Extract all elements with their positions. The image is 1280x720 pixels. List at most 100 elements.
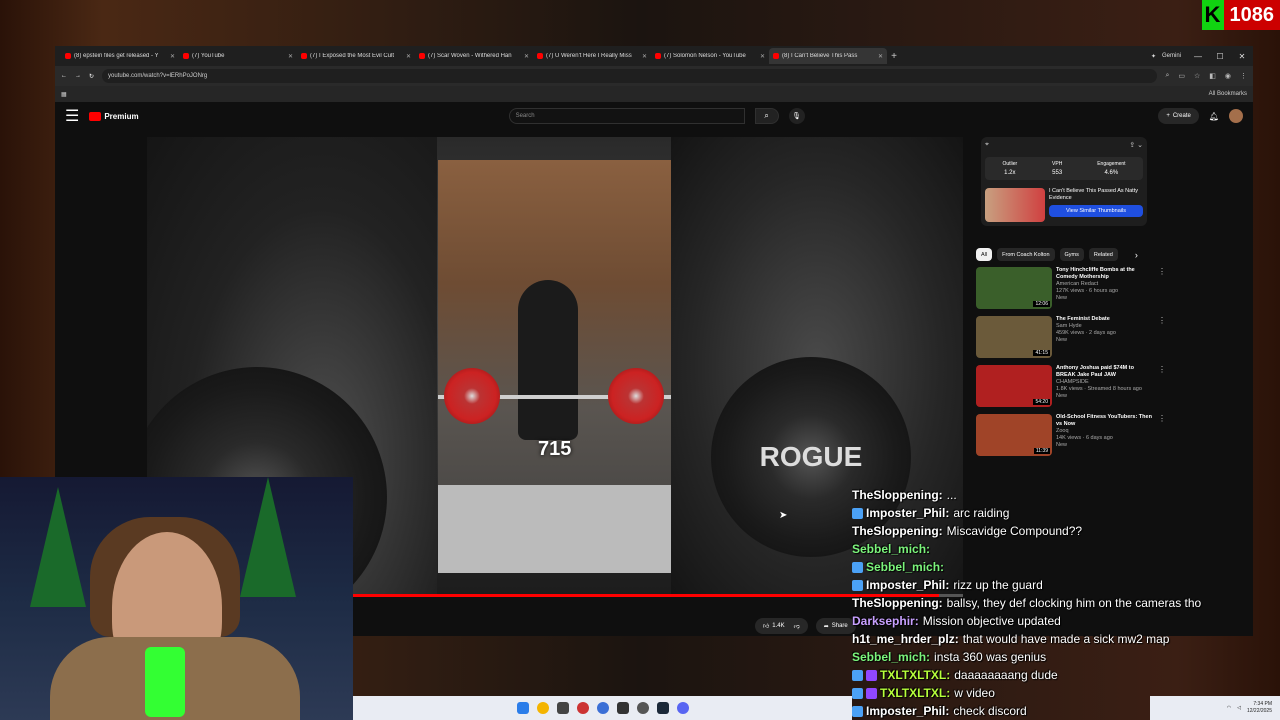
- obs-icon[interactable]: [636, 702, 649, 714]
- chat-username[interactable]: TheSloppening:: [852, 486, 943, 504]
- menu-dots-icon[interactable]: ⋮: [1240, 72, 1247, 80]
- recommendation-item[interactable]: 54:20 Anthony Joshua paid $74M to BREAK J…: [976, 365, 1256, 408]
- more-options-icon[interactable]: ⋮: [1158, 267, 1166, 310]
- more-options-icon[interactable]: ⋮: [1158, 414, 1166, 457]
- chevron-right-icon[interactable]: ›: [1135, 250, 1138, 260]
- browser-tab[interactable]: (7) I Exposed the Most Evil Cult ✕: [297, 48, 415, 64]
- chat-username[interactable]: TheSloppening:: [852, 594, 943, 612]
- chat-username[interactable]: Sebbel_mich:: [852, 648, 930, 666]
- chat-username[interactable]: Darksephir:: [852, 612, 919, 630]
- search-icon[interactable]: ⌕: [754, 108, 779, 124]
- hamburger-menu-icon[interactable]: ☰: [65, 106, 79, 126]
- avatar[interactable]: [1229, 109, 1243, 123]
- chat-text: insta 360 was genius: [934, 650, 1047, 664]
- chat-username[interactable]: TXLTXLTXL:: [880, 684, 950, 702]
- browser-tab[interactable]: (7) Solomon Nelson - YouTube ✕: [651, 48, 769, 64]
- like-button[interactable]: 👍︎ 1.4K 👎︎: [755, 618, 808, 634]
- recommendation-item[interactable]: 11:39 Old-School Fitness YouTubers: Then …: [976, 414, 1256, 457]
- youtube-icon: [301, 53, 307, 59]
- cast-icon[interactable]: ▭: [1178, 72, 1185, 80]
- bookmark-star-icon[interactable]: ☆: [1194, 72, 1200, 80]
- video-thumbnail[interactable]: [985, 188, 1045, 222]
- create-button[interactable]: + Create: [1158, 108, 1199, 124]
- search-input[interactable]: Search: [508, 108, 745, 124]
- chip-from-coach-kolton[interactable]: From Coach Kolton: [997, 248, 1055, 261]
- video-title[interactable]: Tony Hinchcliffe Bombs at the Comedy Mot…: [1056, 267, 1154, 281]
- chip-related[interactable]: Related: [1088, 248, 1118, 261]
- video-title[interactable]: Anthony Joshua paid $74M to BREAK Jake P…: [1056, 365, 1154, 379]
- close-tab-icon[interactable]: ✕: [406, 53, 411, 60]
- browser-tab[interactable]: (8) epstein files get released - Y ✕: [61, 48, 179, 64]
- notifications-bell-icon[interactable]: 🔔︎: [1209, 112, 1219, 121]
- video-thumbnail[interactable]: 54:20: [976, 365, 1052, 407]
- profile-icon[interactable]: ◉: [1225, 72, 1231, 80]
- export-icon[interactable]: ⇪ ⌄: [1129, 141, 1143, 149]
- more-options-icon[interactable]: ⋮: [1158, 316, 1166, 359]
- video-thumbnail[interactable]: 11:39: [976, 414, 1052, 456]
- chat-message: TheSloppening:...: [852, 486, 1252, 504]
- back-icon[interactable]: ←: [61, 73, 67, 79]
- chat-username[interactable]: Sebbel_mich:: [852, 540, 930, 558]
- close-window-icon[interactable]: ✕: [1231, 52, 1253, 61]
- reload-icon[interactable]: ↻: [89, 73, 94, 80]
- youtube-premium-logo[interactable]: Premium: [89, 111, 139, 121]
- app-icon[interactable]: [576, 702, 589, 714]
- chat-username[interactable]: TheSloppening:: [852, 522, 943, 540]
- close-tab-icon[interactable]: ✕: [288, 53, 293, 60]
- video-thumbnail[interactable]: 41:15: [976, 316, 1052, 358]
- chat-username[interactable]: TXLTXLTXL:: [880, 666, 950, 684]
- zoom-icon[interactable]: ⌕: [1165, 72, 1169, 80]
- recommendation-item[interactable]: 41:15 The Feminist Debate Sam Hyde 459K vie…: [976, 316, 1256, 359]
- recommendation-item[interactable]: 12:06 Tony Hinchcliffe Bombs at the Comed…: [976, 267, 1256, 310]
- more-options-icon[interactable]: ⋮: [1158, 365, 1166, 408]
- thumbs-down-icon[interactable]: 👎︎: [794, 622, 800, 630]
- forward-icon[interactable]: →: [75, 73, 81, 79]
- close-tab-icon[interactable]: ✕: [760, 53, 765, 60]
- chat-username[interactable]: Sebbel_mich:: [866, 558, 944, 576]
- extension-logo-icon[interactable]: ⌖: [985, 141, 989, 149]
- view-similar-button[interactable]: View Similar Thumbnails: [1049, 205, 1143, 217]
- windows-start-icon[interactable]: [516, 702, 529, 714]
- chip-gyms[interactable]: Gyms: [1059, 248, 1084, 261]
- browser-tab[interactable]: (7) YouTube ✕: [179, 48, 297, 64]
- browser-tab-active[interactable]: (8) I Can't Believe This Pass ✕: [769, 48, 887, 64]
- chat-username[interactable]: Imposter_Phil:: [866, 576, 949, 594]
- wifi-icon[interactable]: ◠: [1227, 705, 1231, 711]
- app-icon[interactable]: [616, 702, 629, 714]
- video-title[interactable]: The Feminist Debate: [1056, 316, 1154, 323]
- chip-all[interactable]: All: [976, 248, 993, 261]
- chat-username[interactable]: Imposter_Phil:: [866, 702, 949, 720]
- channel-name[interactable]: Sam Hyde: [1056, 323, 1154, 330]
- close-tab-icon[interactable]: ✕: [642, 53, 647, 60]
- chat-username[interactable]: Imposter_Phil:: [866, 504, 949, 522]
- steam-icon[interactable]: [656, 702, 669, 714]
- channel-name[interactable]: CHAMPSIDE: [1056, 379, 1154, 386]
- close-tab-icon[interactable]: ✕: [878, 53, 883, 60]
- browser-tab[interactable]: (7) U Weren't Here I Really Miss ✕: [533, 48, 651, 64]
- video-thumbnail[interactable]: 12:06: [976, 267, 1052, 309]
- app-icon[interactable]: [596, 702, 609, 714]
- channel-name[interactable]: American Redact: [1056, 281, 1154, 288]
- share-button[interactable]: ➦ Share: [815, 618, 856, 634]
- chat-username[interactable]: h1t_me_hrder_plz:: [852, 630, 959, 648]
- apps-grid-icon[interactable]: ▦: [61, 91, 67, 98]
- maximize-icon[interactable]: ☐: [1209, 52, 1231, 61]
- gemini-icon[interactable]: ✦: [1151, 53, 1156, 60]
- video-title[interactable]: Old-School Fitness YouTubers: Then vs No…: [1056, 414, 1154, 428]
- discord-icon[interactable]: [676, 702, 689, 714]
- extensions-icon[interactable]: ◧: [1209, 72, 1216, 80]
- mic-icon[interactable]: 🎙︎: [788, 108, 805, 124]
- app-icon[interactable]: [556, 702, 569, 714]
- volume-icon[interactable]: ◁: [1237, 705, 1241, 711]
- browser-tab[interactable]: (7) Scar Woven - Withered Han ✕: [415, 48, 533, 64]
- gemini-label[interactable]: Gemini: [1162, 53, 1181, 60]
- new-tab-icon[interactable]: +: [887, 51, 901, 62]
- address-bar[interactable]: youtube.com/watch?v=lERhPoJONrg: [102, 69, 1158, 83]
- all-bookmarks-link[interactable]: All Bookmarks: [1209, 91, 1247, 97]
- close-tab-icon[interactable]: ✕: [524, 53, 529, 60]
- chrome-icon[interactable]: [536, 702, 549, 714]
- close-tab-icon[interactable]: ✕: [170, 53, 175, 60]
- channel-name[interactable]: Zooq: [1056, 428, 1154, 435]
- minimize-icon[interactable]: —: [1187, 52, 1209, 61]
- chat-message: Sebbel_mich: insta 360 was genius: [852, 648, 1252, 666]
